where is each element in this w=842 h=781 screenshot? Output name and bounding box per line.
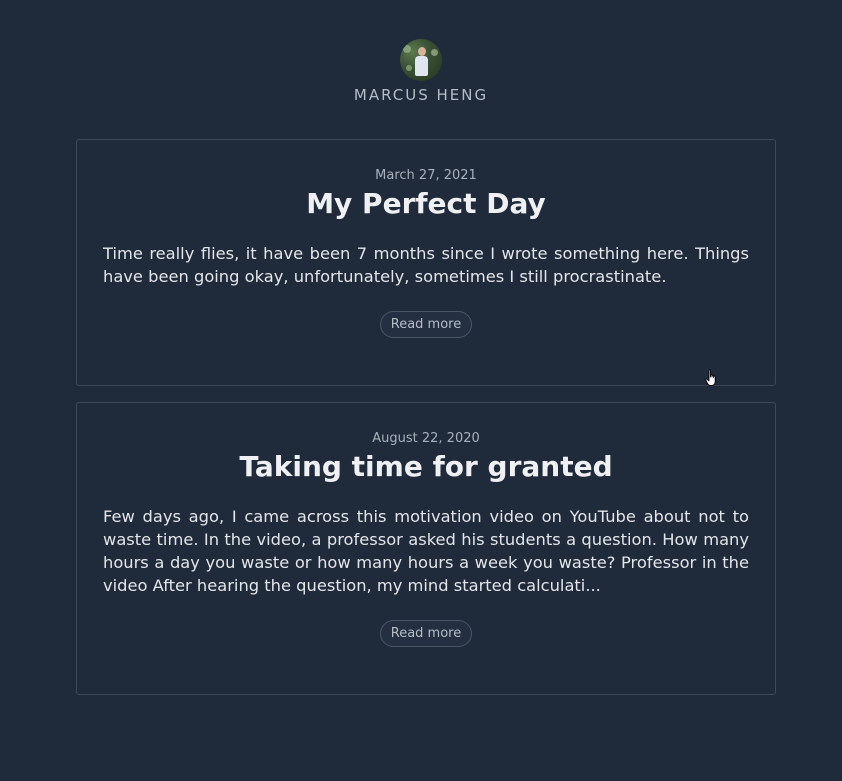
post-date: March 27, 2021 (375, 168, 477, 183)
read-more-button[interactable]: Read more (379, 620, 473, 647)
read-more-button[interactable]: Read more (379, 311, 473, 338)
author-name[interactable]: MARCUS HENG (0, 86, 842, 104)
post-card: August 22, 2020 Taking time for granted … (76, 402, 776, 695)
avatar[interactable] (400, 39, 442, 81)
hand-pointer-icon (705, 369, 716, 386)
post-excerpt: Few days ago, I came across this motivat… (103, 507, 749, 595)
post-card: March 27, 2021 My Perfect Day Time reall… (76, 139, 776, 386)
post-title[interactable]: My Perfect Day (77, 186, 775, 222)
post-title[interactable]: Taking time for granted (77, 449, 775, 485)
site-header: MARCUS HENG (0, 0, 842, 104)
post-date: August 22, 2020 (372, 431, 480, 446)
post-excerpt: Time really flies, it have been 7 months… (103, 244, 749, 286)
